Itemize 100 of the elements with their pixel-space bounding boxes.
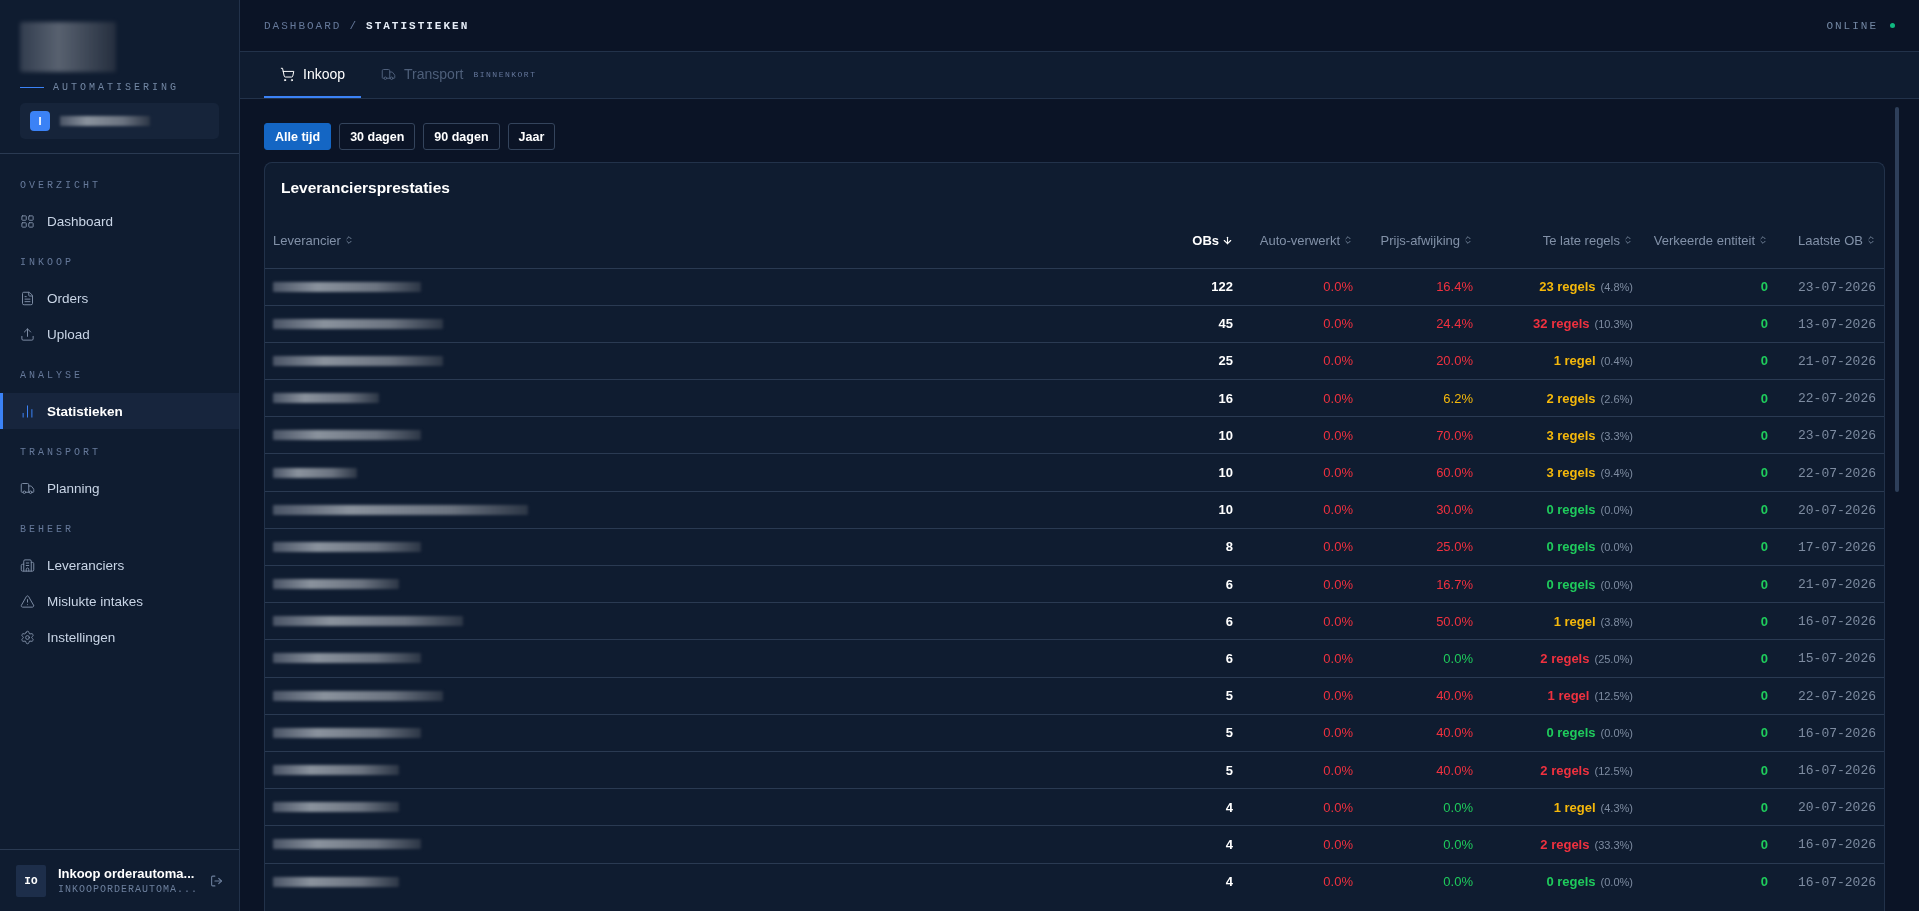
table-cell: 25.0% xyxy=(1436,539,1473,555)
table-cell: 16-07-2026 xyxy=(1798,725,1876,741)
late-lines-count: 0 regels xyxy=(1546,576,1596,592)
late-lines-count: 3 regels xyxy=(1546,427,1596,443)
status-dot xyxy=(1890,23,1895,28)
period-filter-button[interactable]: Jaar xyxy=(507,123,556,150)
nav-item[interactable]: Mislukte intakes xyxy=(0,583,239,619)
late-lines-share: (25.0%) xyxy=(1594,652,1633,665)
document-icon xyxy=(20,290,35,306)
table-cell: 0 xyxy=(1760,613,1768,629)
late-lines-share: (3.8%) xyxy=(1600,615,1633,628)
truck-icon xyxy=(20,480,35,496)
truck-icon xyxy=(381,66,397,82)
late-lines-share: (10.3%) xyxy=(1594,318,1633,331)
table-cell: 23-07-2026 xyxy=(1798,279,1876,295)
table-cell: 0 xyxy=(1760,353,1768,369)
table-cell: 0.0% xyxy=(1323,427,1353,443)
table-cell: 20-07-2026 xyxy=(1798,800,1876,816)
late-lines-share: (0.0%) xyxy=(1600,578,1633,591)
late-lines-count: 0 regels xyxy=(1546,874,1596,890)
late-lines-share: (12.5%) xyxy=(1594,764,1633,777)
card-title: Leveranciersprestaties xyxy=(280,178,451,198)
table-cell: 10 xyxy=(1218,427,1233,443)
column-header[interactable]: Prijs-afwijking xyxy=(1380,232,1473,248)
late-lines-count: 1 regel xyxy=(1553,353,1596,369)
table-cell: 0 xyxy=(1760,650,1768,666)
column-header[interactable]: Leverancier xyxy=(273,232,354,248)
table-cell: 16-07-2026 xyxy=(1798,614,1876,630)
late-lines-count: 2 regels xyxy=(1540,650,1590,666)
table-cell: 17-07-2026 xyxy=(1798,539,1876,555)
sort-icon xyxy=(1343,235,1353,246)
table-cell: 0.0% xyxy=(1323,465,1353,481)
table-cell: 0.0% xyxy=(1323,762,1353,778)
table-cell: 16 xyxy=(1218,390,1233,406)
table-cell: 0.0% xyxy=(1323,390,1353,406)
table-cell: 16.4% xyxy=(1436,279,1473,295)
table-cell: 0.0% xyxy=(1323,576,1353,592)
period-filter-button[interactable]: 30 dagen xyxy=(339,123,416,150)
table-cell: 0 xyxy=(1760,576,1768,592)
logout-icon[interactable] xyxy=(209,873,223,888)
column-header[interactable]: Laatste OB xyxy=(1797,232,1876,248)
nav-item[interactable]: Orders xyxy=(0,280,239,316)
nav-item[interactable]: Instellingen xyxy=(0,619,239,655)
late-lines-share: (0.0%) xyxy=(1600,541,1633,554)
bar-chart-icon xyxy=(20,403,35,419)
table-cell: 23-07-2026 xyxy=(1798,428,1876,444)
table-cell: 5 xyxy=(1225,725,1233,741)
late-lines-count: 1 regel xyxy=(1553,613,1596,629)
table-cell: 45 xyxy=(1218,316,1233,332)
brand-subtitle: AUTOMATISERING xyxy=(53,82,179,93)
table-cell: 0 xyxy=(1760,279,1768,295)
column-header[interactable]: Verkeerde entiteit xyxy=(1653,232,1768,248)
table-cell: 70.0% xyxy=(1436,427,1473,443)
sort-down-icon xyxy=(1222,234,1233,246)
nav-item[interactable]: Planning xyxy=(0,470,239,506)
late-lines-share: (0.4%) xyxy=(1600,355,1633,368)
user-account: INKOOPORDERAUTOMA... xyxy=(57,884,198,895)
period-filter-button[interactable]: Alle tijd xyxy=(264,123,332,150)
table-cell: 0 xyxy=(1760,725,1768,741)
scrollbar[interactable] xyxy=(1895,107,1899,492)
column-header[interactable]: OBs xyxy=(1192,232,1233,248)
table-cell: 0 xyxy=(1760,762,1768,778)
status-text: ONLINE xyxy=(1826,19,1878,32)
nav-item[interactable]: Leveranciers xyxy=(0,547,239,583)
nav-item[interactable]: Statistieken xyxy=(0,393,239,429)
table-cell: 0 xyxy=(1760,539,1768,555)
warning-icon xyxy=(20,593,35,609)
sort-icon xyxy=(1866,235,1876,246)
column-header[interactable]: Auto-verwerkt xyxy=(1259,232,1353,248)
table-cell: 22-07-2026 xyxy=(1798,391,1876,407)
table-cell: 50.0% xyxy=(1436,613,1473,629)
table-cell: 25 xyxy=(1218,353,1233,369)
late-lines-share: (0.0%) xyxy=(1600,727,1633,740)
table-cell: 16-07-2026 xyxy=(1798,874,1876,890)
table-cell: 6 xyxy=(1225,650,1233,666)
table-cell: 5 xyxy=(1225,762,1233,778)
nav-item[interactable]: Dashboard xyxy=(0,203,239,239)
section-title: ANALYSE xyxy=(19,369,84,383)
table-cell: 4 xyxy=(1225,874,1233,890)
table-cell: 13-07-2026 xyxy=(1798,316,1876,332)
table-cell: 16-07-2026 xyxy=(1798,837,1876,853)
breadcrumb-current: STATISTIEKEN xyxy=(366,19,470,32)
table-cell: 0 xyxy=(1760,836,1768,852)
breadcrumb-link[interactable]: DASHBOARD xyxy=(264,19,342,32)
tab[interactable]: Inkoop xyxy=(264,52,362,98)
column-header[interactable]: Te late regels xyxy=(1542,232,1633,248)
table-cell: 40.0% xyxy=(1436,688,1473,704)
table-cell: 15-07-2026 xyxy=(1798,651,1876,667)
table-cell: 5 xyxy=(1225,688,1233,704)
coming-soon-label: BINNENKORT xyxy=(473,69,537,79)
period-filter-button[interactable]: 90 dagen xyxy=(423,123,500,150)
table-cell: 4 xyxy=(1225,799,1233,815)
sort-icon xyxy=(343,235,354,246)
workspace-selector[interactable]: I xyxy=(20,103,219,139)
table-cell: 0 xyxy=(1760,427,1768,443)
workspace-initial: I xyxy=(30,111,50,131)
table-cell: 40.0% xyxy=(1436,762,1473,778)
nav-item[interactable]: Upload xyxy=(0,316,239,352)
table-cell: 0.0% xyxy=(1323,650,1353,666)
table-cell: 0.0% xyxy=(1443,836,1473,852)
